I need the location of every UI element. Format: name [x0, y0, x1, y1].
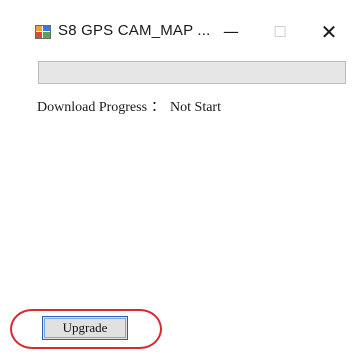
title-bar[interactable]: S8 GPS CAM_MAP ... — ☐ ✕ — [0, 0, 354, 52]
download-progress-bar — [38, 61, 346, 84]
maximize-icon[interactable]: ☐ — [257, 14, 303, 50]
download-status-line: Download Progress： Not Start — [37, 96, 221, 116]
upgrade-button[interactable]: Upgrade — [42, 316, 128, 340]
app-window: S8 GPS CAM_MAP ... — ☐ ✕ Download Progre… — [0, 0, 354, 354]
window-title: S8 GPS CAM_MAP ... — [58, 22, 211, 39]
download-progress-label: Download Progress — [37, 100, 148, 115]
app-icon — [35, 25, 51, 39]
download-status-value: Not Start — [170, 100, 221, 115]
status-separator: ： — [151, 100, 166, 115]
minimize-icon[interactable]: — — [208, 14, 254, 50]
close-icon[interactable]: ✕ — [306, 14, 352, 50]
